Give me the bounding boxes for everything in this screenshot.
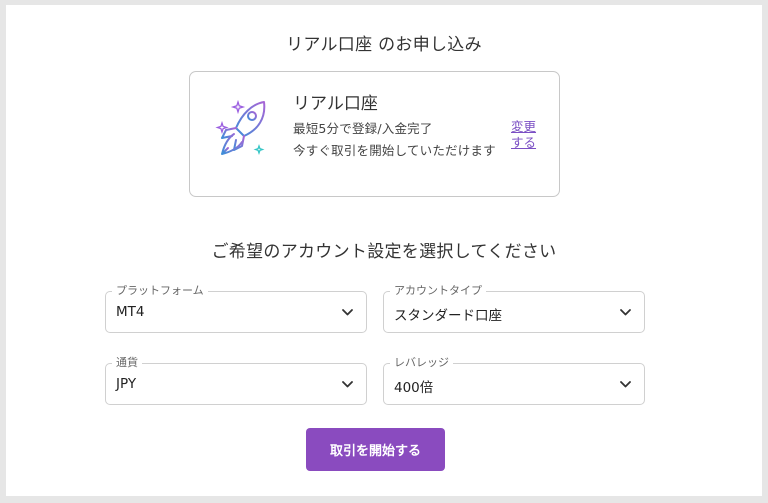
chevron-down-icon xyxy=(342,309,353,316)
description-line-1: 最短5分で登録/入金完了 xyxy=(293,121,433,136)
account-type-label: アカウントタイプ xyxy=(390,284,486,298)
change-account-link[interactable]: 変更する xyxy=(511,119,541,151)
currency-value: JPY xyxy=(116,376,137,392)
account-type-value: スタンダード口座 xyxy=(394,308,502,324)
leverage-value: 400倍 xyxy=(394,380,434,396)
platform-label: プラットフォーム xyxy=(112,284,208,298)
account-type-description: 最短5分で登録/入金完了 今すぐ取引を開始していただけます xyxy=(293,118,505,162)
chevron-down-icon xyxy=(620,381,631,388)
leverage-label: レバレッジ xyxy=(390,356,453,370)
account-type-title: リアル口座 xyxy=(293,94,378,114)
platform-select[interactable]: プラットフォーム MT4 xyxy=(105,284,367,333)
platform-value: MT4 xyxy=(116,304,145,320)
currency-label: 通貨 xyxy=(112,356,142,370)
leverage-select[interactable]: レバレッジ 400倍 xyxy=(383,356,645,405)
settings-section-title: ご希望のアカウント設定を選択してください xyxy=(211,242,557,262)
chevron-down-icon xyxy=(342,381,353,388)
application-panel: リアル口座 のお申し込み リアル口座 最短5分で登録/入金完了 今すぐ取引を開始… xyxy=(6,5,762,496)
description-line-2: 今すぐ取引を開始していただけます xyxy=(293,143,496,158)
currency-select[interactable]: 通貨 JPY xyxy=(105,356,367,405)
chevron-down-icon xyxy=(620,309,631,316)
rocket-icon xyxy=(215,99,266,155)
account-type-card: リアル口座 最短5分で登録/入金完了 今すぐ取引を開始していただけます 変更する xyxy=(189,71,560,197)
account-type-select[interactable]: アカウントタイプ スタンダード口座 xyxy=(383,284,645,333)
page-title: リアル口座 のお申し込み xyxy=(286,35,482,55)
start-trading-button[interactable]: 取引を開始する xyxy=(306,428,445,471)
